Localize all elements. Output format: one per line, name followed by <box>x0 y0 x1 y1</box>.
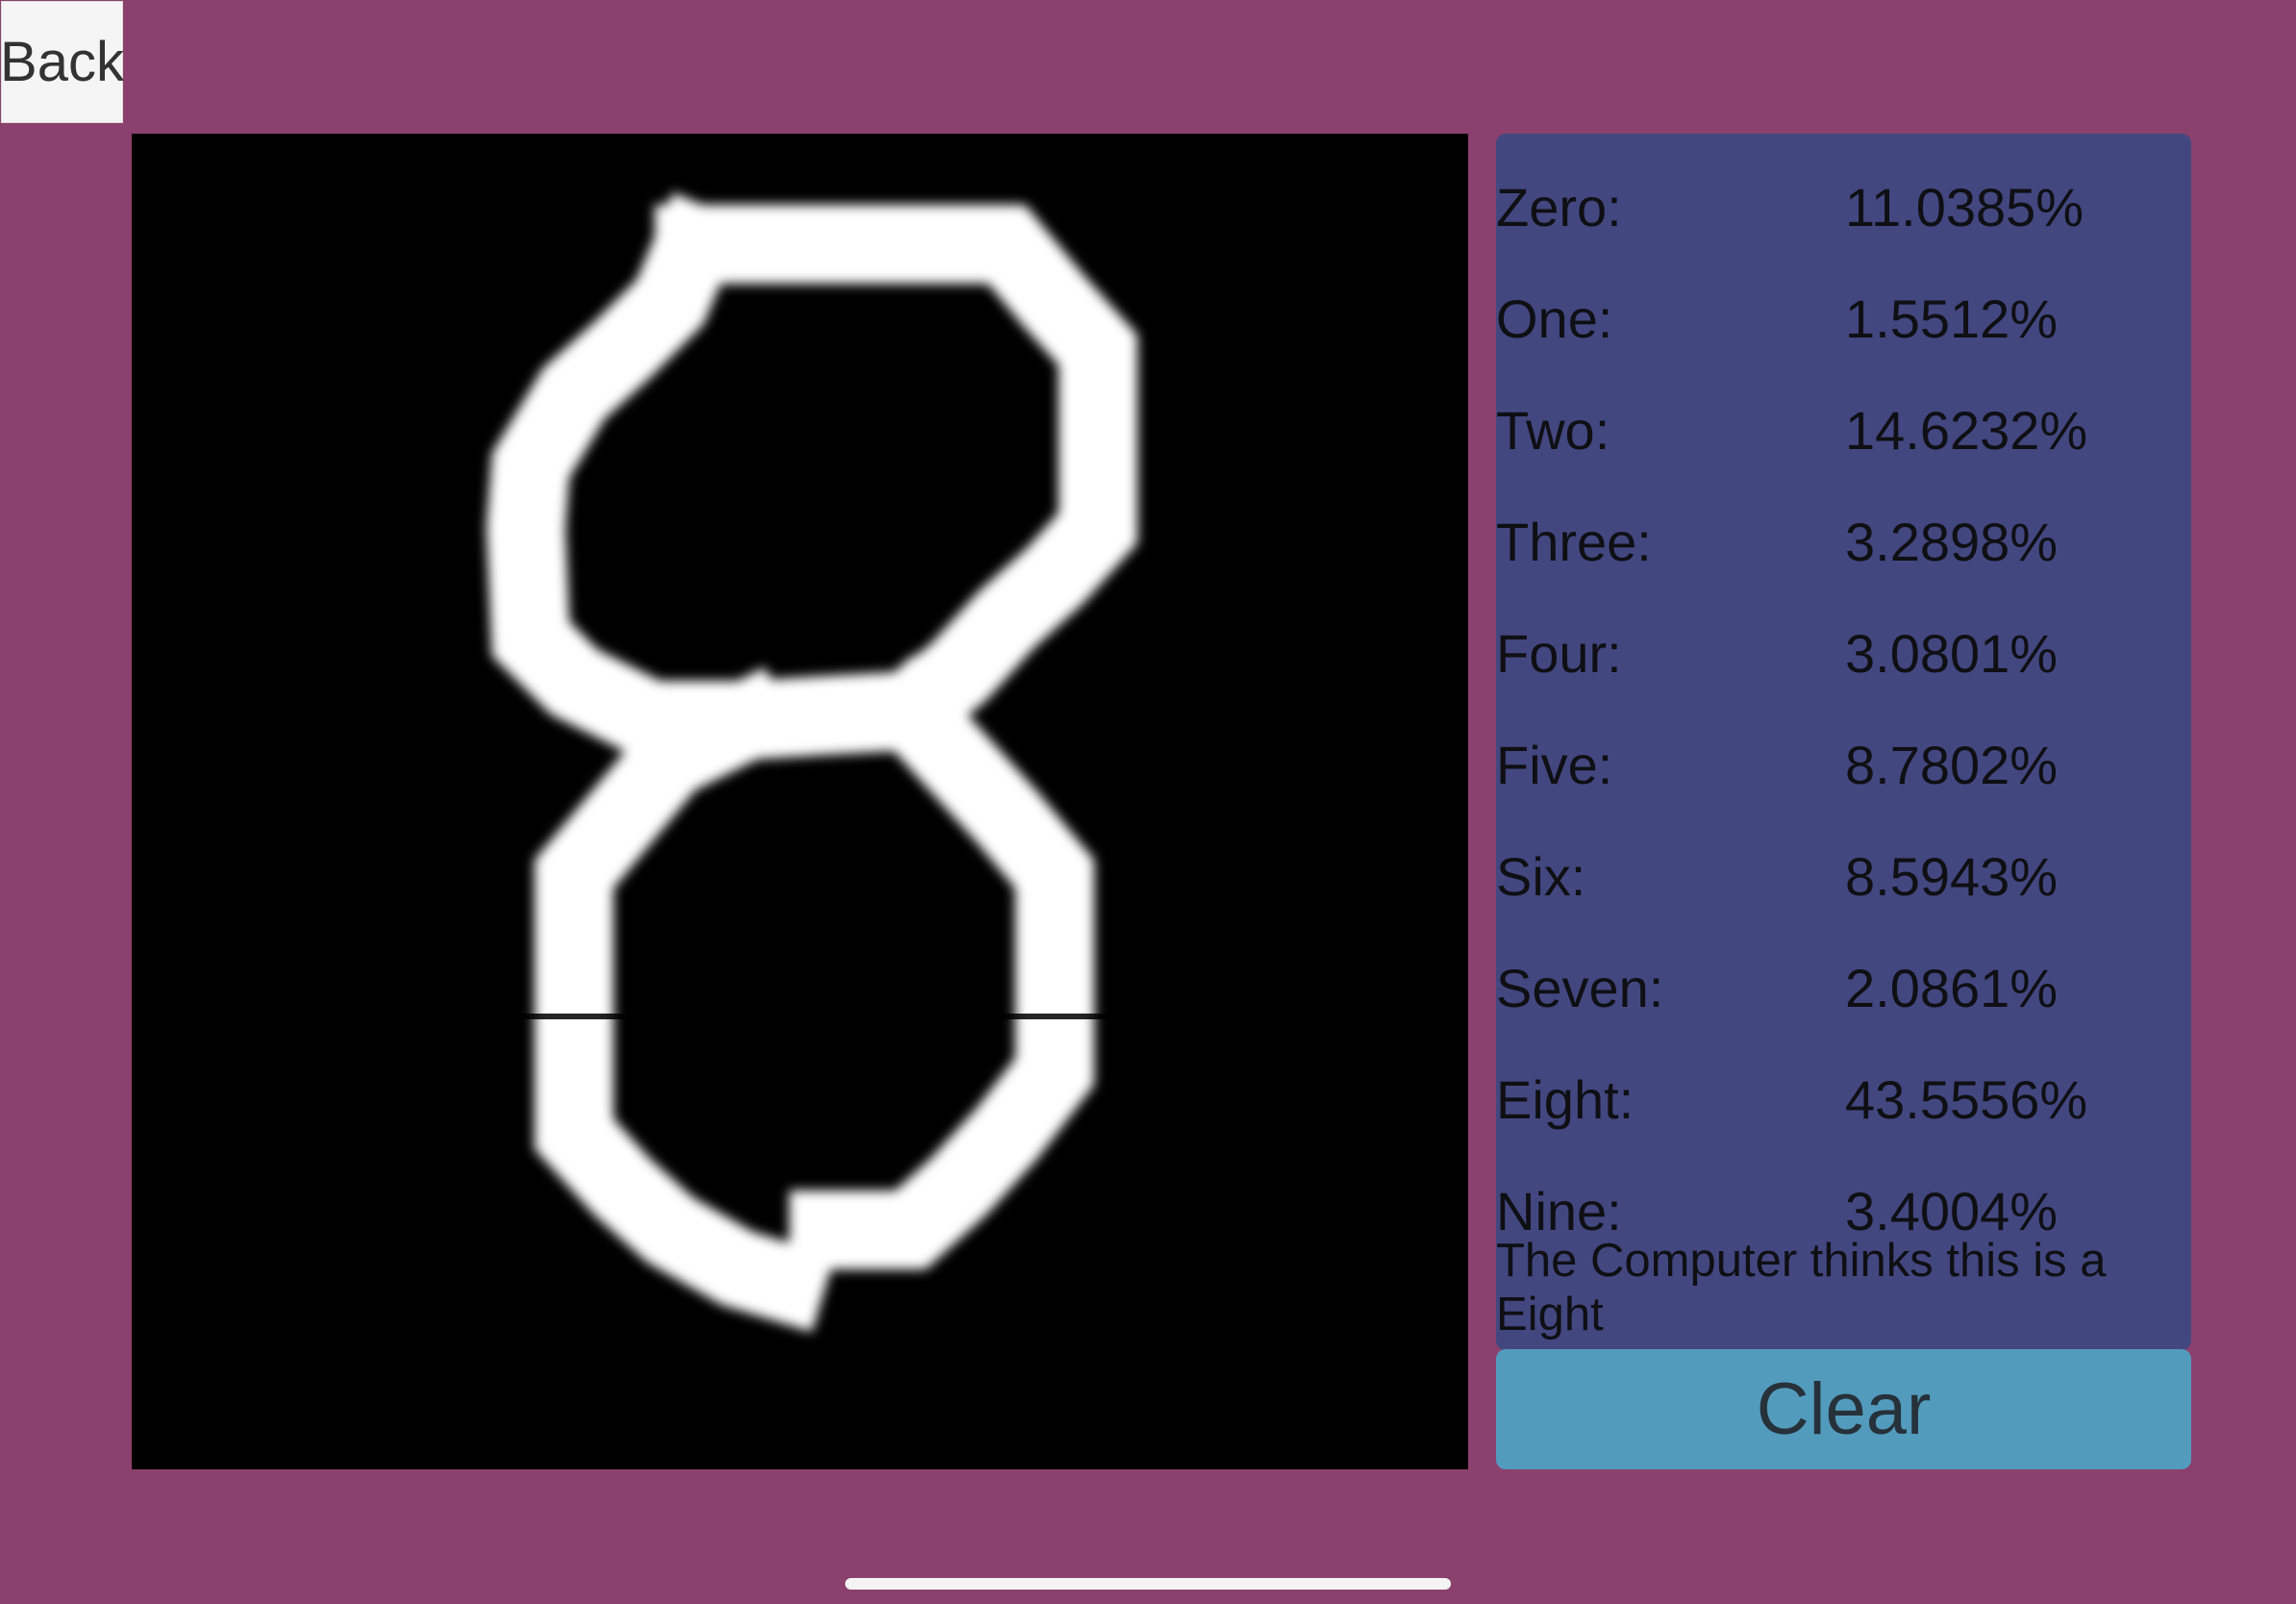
result-label: Six: <box>1496 846 1586 907</box>
result-value: 2.0861% <box>1845 958 2059 1018</box>
handwritten-digit-stroke <box>486 192 1137 1333</box>
result-label: Zero: <box>1496 177 1622 238</box>
result-label: One: <box>1496 288 1613 349</box>
result-label: Four: <box>1496 623 1622 684</box>
result-row-zero: Zero: 11.0385% <box>1496 133 2191 244</box>
result-row-nine: Nine: 3.4004% <box>1496 1137 2191 1248</box>
result-row-one: One: 1.5512% <box>1496 244 2191 356</box>
result-row-six: Six: 8.5943% <box>1496 802 2191 914</box>
clear-button[interactable]: Clear <box>1496 1349 2191 1469</box>
result-row-three: Three: 3.2898% <box>1496 467 2191 579</box>
result-row-two: Two: 14.6232% <box>1496 356 2191 467</box>
results-panel: Zero: 11.0385% One: 1.5512% Two: 14.6232… <box>1496 134 2191 1350</box>
drawing-canvas[interactable] <box>132 134 1468 1469</box>
home-indicator <box>845 1578 1451 1590</box>
result-row-eight: Eight: 43.5556% <box>1496 1025 2191 1137</box>
result-label: Seven: <box>1496 958 1664 1018</box>
result-label: Eight: <box>1496 1069 1635 1130</box>
prediction-text: The Computer thinks this is a Eight <box>1496 1235 2107 1341</box>
result-row-five: Five: 8.7802% <box>1496 690 2191 802</box>
result-value: 8.7802% <box>1845 735 2059 795</box>
result-value: 43.5556% <box>1845 1069 2088 1130</box>
result-label: Two: <box>1496 400 1610 461</box>
result-value: 1.5512% <box>1845 288 2059 349</box>
result-row-seven: Seven: 2.0861% <box>1496 914 2191 1025</box>
result-value: 11.0385% <box>1845 177 2084 238</box>
result-label: Five: <box>1496 735 1613 795</box>
result-value: 8.5943% <box>1845 846 2059 907</box>
result-row-four: Four: 3.0801% <box>1496 579 2191 690</box>
result-value: 3.0801% <box>1845 623 2059 684</box>
result-value: 3.2898% <box>1845 512 2059 572</box>
result-value: 14.6232% <box>1845 400 2088 461</box>
back-button[interactable]: Back <box>0 1 124 123</box>
result-label: Three: <box>1496 512 1652 572</box>
